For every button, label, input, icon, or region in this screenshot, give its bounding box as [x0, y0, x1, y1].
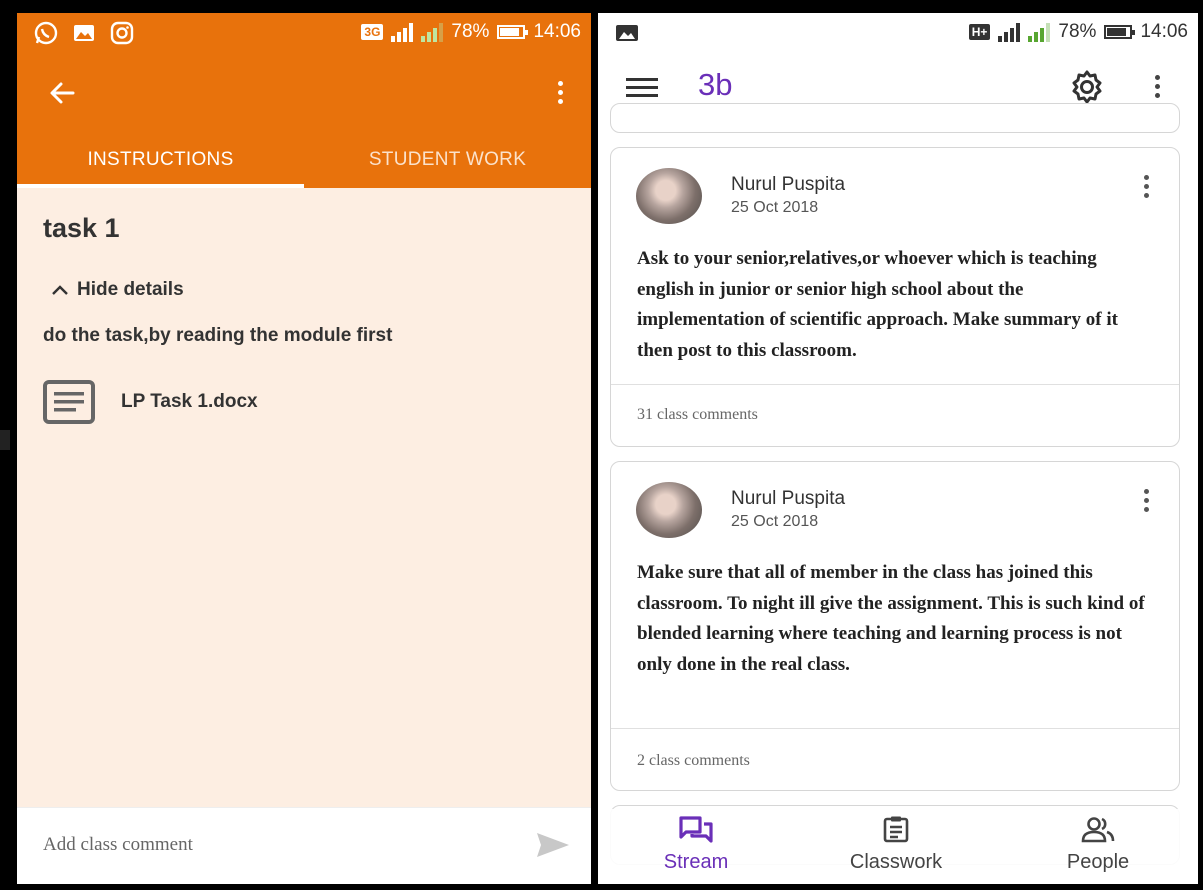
clock: 14:06: [533, 21, 581, 42]
signal-icon-2: [421, 22, 444, 42]
class-comment-input[interactable]: [43, 834, 483, 856]
gear-icon: [1072, 70, 1102, 104]
divider: [611, 384, 1179, 385]
post-date: 25 Oct 2018: [731, 513, 819, 530]
arrow-left-icon: [50, 82, 75, 104]
signal-icon: [998, 22, 1021, 42]
attachment-item[interactable]: LP Task 1.docx: [43, 380, 258, 424]
clock: 14:06: [1140, 21, 1188, 42]
nav-classwork[interactable]: Classwork: [836, 815, 956, 874]
post-body: Make sure that all of member in the clas…: [637, 562, 1145, 675]
avatar: [636, 168, 702, 224]
tab-bar: INSTRUCTIONS STUDENT WORK: [17, 143, 591, 188]
more-options-button[interactable]: [549, 77, 573, 109]
gallery-icon: [74, 25, 94, 41]
network-type: 3G: [361, 24, 384, 40]
back-button[interactable]: [45, 75, 81, 111]
attachment-name: LP Task 1.docx: [121, 391, 258, 412]
task-title: task 1: [43, 213, 120, 243]
status-bar: 3G 78% 14:06: [17, 13, 591, 53]
nav-people-label: People: [1066, 851, 1130, 873]
menu-button[interactable]: [626, 76, 660, 100]
class-title: 3b: [698, 67, 733, 102]
signal-icon-2: [1028, 22, 1051, 42]
post-author: Nurul Puspita: [731, 488, 846, 509]
battery-icon: [497, 25, 529, 39]
class-stream-screen: H+ 78% 14:06 3b Nurul Puspita 25 Oct 201…: [598, 13, 1198, 884]
battery-percent: 78%: [1058, 21, 1097, 42]
nav-classwork-label: Classwork: [849, 851, 943, 873]
background-edge: [0, 430, 10, 450]
hide-details-toggle[interactable]: Hide details: [51, 279, 184, 301]
hide-details-label: Hide details: [77, 279, 184, 300]
network-type: H+: [968, 24, 991, 40]
chevron-up-icon: [52, 285, 68, 295]
battery-icon: [1104, 25, 1136, 39]
stream-feed: Nurul Puspita 25 Oct 2018 Ask to your se…: [598, 103, 1198, 865]
task-description: do the task,by reading the module first: [43, 325, 393, 346]
more-options-button[interactable]: [1146, 71, 1170, 103]
divider: [611, 728, 1179, 729]
nav-people[interactable]: People: [1053, 815, 1143, 874]
avatar: [636, 482, 702, 538]
assignment-screen: 3G 78% 14:06 INSTRUCTIONS STUDENT WORK t…: [17, 13, 591, 884]
stream-icon: [679, 816, 713, 843]
post-body: Ask to your senior,relatives,or whoever …: [637, 248, 1118, 361]
bottom-navigation: Stream Classwork People: [598, 809, 1198, 884]
post-date: 25 Oct 2018: [731, 199, 819, 216]
post-card[interactable]: Nurul Puspita 25 Oct 2018 Make sure that…: [610, 461, 1180, 791]
send-button[interactable]: [535, 830, 571, 865]
nav-stream[interactable]: Stream: [656, 815, 736, 874]
battery-percent: 78%: [451, 21, 490, 42]
post-author: Nurul Puspita: [731, 174, 846, 195]
classwork-icon: [883, 816, 909, 843]
tab-instructions[interactable]: INSTRUCTIONS: [17, 143, 304, 188]
post-card[interactable]: Nurul Puspita 25 Oct 2018 Ask to your se…: [610, 147, 1180, 447]
app-bar: INSTRUCTIONS STUDENT WORK: [17, 53, 591, 188]
previous-post-card: [610, 103, 1180, 133]
tab-student-work[interactable]: STUDENT WORK: [304, 143, 591, 188]
gallery-icon: [616, 25, 638, 41]
class-comments-link[interactable]: 31 class comments: [637, 406, 758, 424]
post-options-button[interactable]: [1135, 171, 1159, 203]
nav-stream-label: Stream: [663, 851, 729, 873]
send-icon: [537, 833, 569, 857]
post-options-button[interactable]: [1135, 485, 1159, 517]
document-icon: [43, 380, 95, 424]
signal-icon: [391, 22, 414, 42]
whatsapp-icon: [34, 21, 58, 45]
status-bar-right: H+ 78% 14:06: [598, 13, 1198, 53]
class-comments-link[interactable]: 2 class comments: [637, 752, 750, 770]
people-icon: [1081, 817, 1115, 843]
instagram-icon: [110, 21, 134, 45]
comment-bar: [17, 807, 591, 884]
